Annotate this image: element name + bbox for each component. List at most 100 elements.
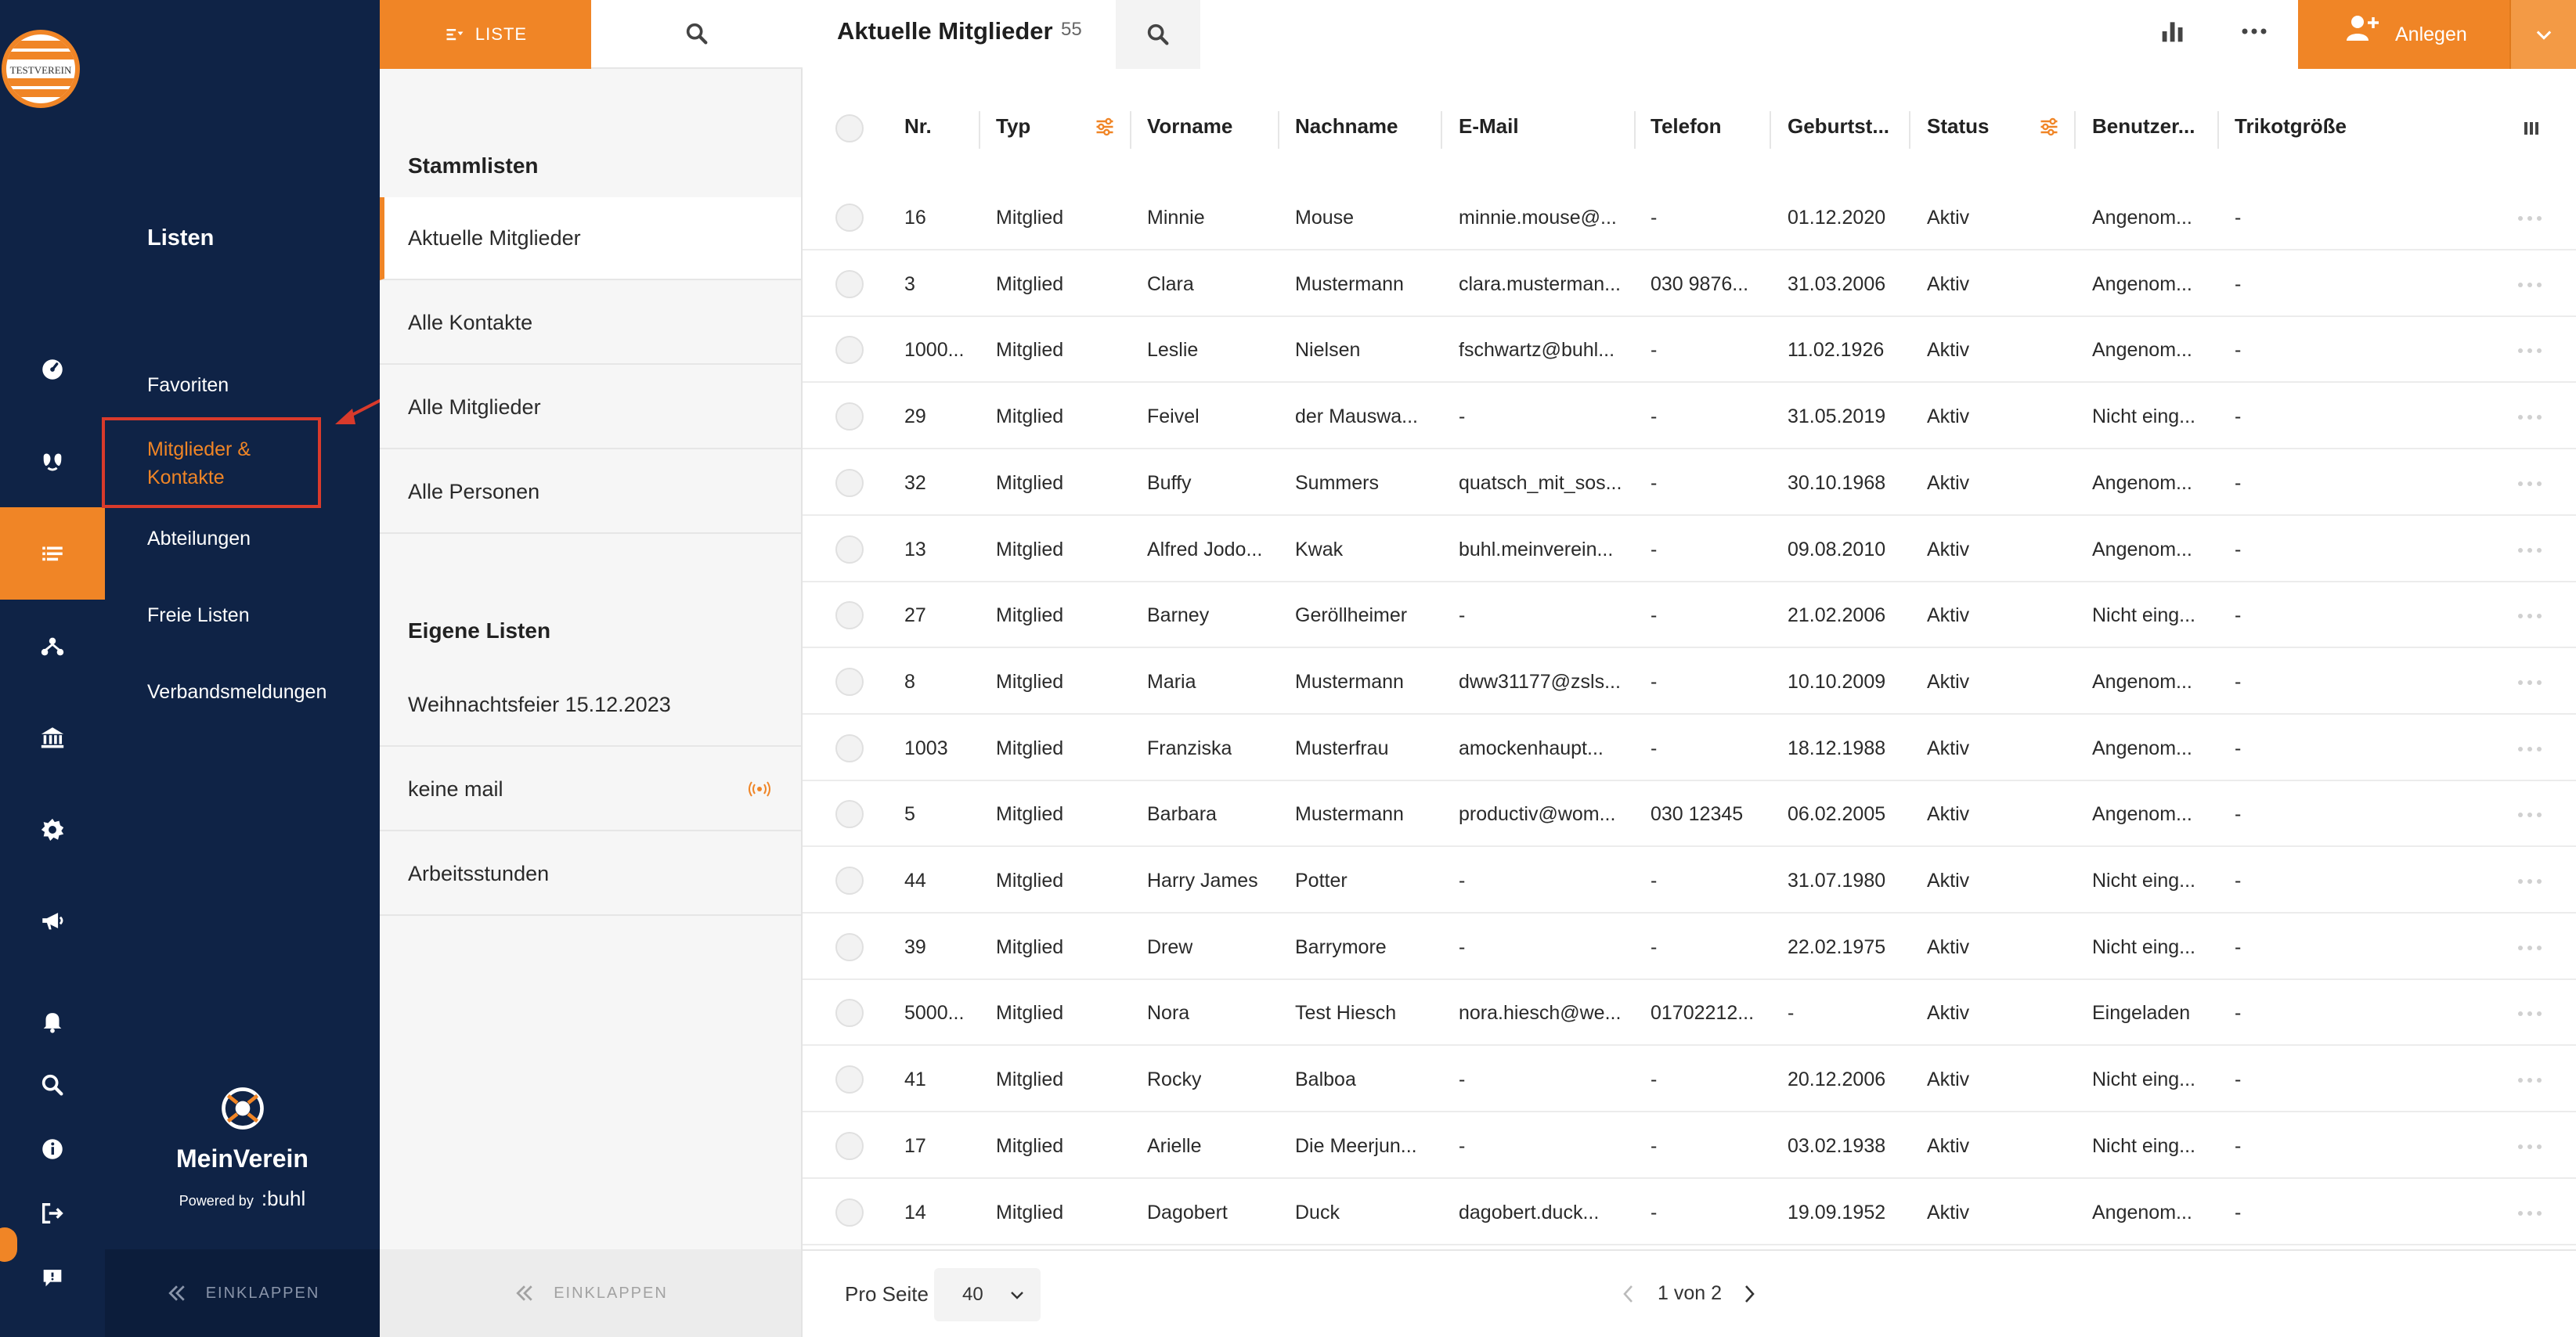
list-item-alle-personen[interactable]: Alle Personen (380, 451, 801, 534)
row-actions-icon[interactable] (2514, 1209, 2545, 1217)
more-options-icon[interactable] (2239, 19, 2270, 44)
row-actions-icon[interactable] (2514, 679, 2545, 687)
column-header-geburtstag[interactable]: Geburtst... (1788, 114, 1889, 139)
row-select-checkbox[interactable] (835, 800, 864, 829)
column-divider[interactable] (1130, 111, 1131, 149)
row-select-checkbox[interactable] (835, 867, 864, 895)
lists-icon[interactable] (0, 507, 105, 600)
row-actions-icon[interactable] (2514, 1010, 2545, 1018)
bank-icon[interactable] (0, 714, 105, 761)
table-row[interactable]: 16 Mitglied Minnie Mouse minnie.mouse@... - 01… (803, 185, 2576, 250)
row-actions-icon[interactable] (2514, 413, 2545, 421)
nav-item-favoriten[interactable]: Favoriten (147, 374, 229, 397)
row-select-checkbox[interactable] (835, 932, 864, 961)
tab-search[interactable] (591, 0, 803, 69)
table-row[interactable]: 13 Mitglied Alfred Jodo... Kwak buhl.meinver… (803, 517, 2576, 582)
row-select-checkbox[interactable] (835, 1131, 864, 1160)
table-row[interactable]: 3 Mitglied Clara Mustermann clara.musterman.… (803, 251, 2576, 317)
nav-item-verbandsmeldungen[interactable]: Verbandsmeldungen (147, 681, 327, 704)
dashboard-icon[interactable] (0, 346, 105, 393)
nav-item-abteilungen[interactable]: Abteilungen (147, 528, 251, 550)
table-row[interactable]: 41 Mitglied Rocky Balboa - - 20.12.2006 Aktiv Ni… (803, 1047, 2576, 1113)
nav-collapse-button[interactable]: EINKLAPPEN (105, 1249, 380, 1337)
row-select-checkbox[interactable] (835, 999, 864, 1028)
row-actions-icon[interactable] (2514, 480, 2545, 488)
table-search-button[interactable] (1116, 0, 1200, 69)
row-select-checkbox[interactable] (835, 1198, 864, 1227)
create-dropdown-button[interactable] (2509, 0, 2576, 69)
list-item-aktuelle-mitglieder[interactable]: Aktuelle Mitglieder (380, 197, 801, 280)
megaphone-icon[interactable] (0, 897, 105, 944)
club-logo[interactable]: TESTVEREIN (2, 30, 80, 108)
column-settings-icon[interactable] (2522, 119, 2541, 138)
next-page-icon[interactable] (1741, 1282, 1758, 1306)
tab-liste[interactable]: LISTE (380, 0, 591, 69)
row-actions-icon[interactable] (2514, 944, 2545, 952)
notification-badge[interactable] (0, 1227, 17, 1262)
column-header-status[interactable]: Status (1927, 114, 1989, 139)
logout-icon[interactable] (0, 1190, 105, 1237)
row-select-checkbox[interactable] (835, 204, 864, 232)
list-item-arbeitsstunden[interactable]: Arbeitsstunden (380, 833, 801, 916)
table-row[interactable]: 39 Mitglied Drew Barrymore - - 22.02.1975 Aktiv… (803, 914, 2576, 980)
table-row[interactable]: 1000... Mitglied Leslie Nielsen fschwartz@bu… (803, 317, 2576, 384)
search-icon[interactable] (0, 1061, 105, 1108)
list-item-weihnachtsfeier[interactable]: Weihnachtsfeier 15.12.2023 (380, 664, 801, 747)
table-row[interactable]: 32 Mitglied Buffy Summers quatsch_mit_sos...… (803, 450, 2576, 516)
settings-icon[interactable] (0, 806, 105, 853)
table-row[interactable]: 5000... Mitglied Nora Test Hiesch nora.hiesc… (803, 980, 2576, 1047)
row-select-checkbox[interactable] (835, 336, 864, 365)
table-row[interactable]: 8 Mitglied Maria Mustermann dww31177@zsls...… (803, 649, 2576, 715)
members-icon[interactable] (0, 437, 105, 484)
nav-item-freie-listen[interactable]: Freie Listen (147, 604, 250, 627)
row-actions-icon[interactable] (2514, 811, 2545, 819)
table-row[interactable]: 14 Mitglied Dagobert Duck dagobert.duck... - 1… (803, 1180, 2576, 1245)
table-row[interactable]: 5 Mitglied Barbara Mustermann productiv@wom.… (803, 781, 2576, 848)
previous-page-icon[interactable] (1620, 1282, 1637, 1306)
row-select-checkbox[interactable] (835, 733, 864, 762)
lists-collapse-button[interactable]: EINKLAPPEN (380, 1249, 801, 1337)
column-divider[interactable] (979, 111, 980, 149)
row-actions-icon[interactable] (2514, 878, 2545, 885)
create-button[interactable]: Anlegen (2298, 0, 2509, 69)
column-header-nachname[interactable]: Nachname (1295, 114, 1398, 139)
row-select-checkbox[interactable] (835, 601, 864, 630)
column-header-vorname[interactable]: Vorname (1147, 114, 1232, 139)
bell-icon[interactable] (0, 997, 105, 1044)
per-page-select[interactable]: 40 (934, 1268, 1041, 1321)
column-filter-icon[interactable] (2038, 116, 2060, 138)
feedback-icon[interactable] (0, 1254, 105, 1301)
row-actions-icon[interactable] (2514, 347, 2545, 355)
column-header-trikotgroesse[interactable]: Trikotgröße (2235, 114, 2347, 139)
column-header-benutzer[interactable]: Benutzer... (2092, 114, 2195, 139)
column-header-telefon[interactable]: Telefon (1651, 114, 1722, 139)
column-header-nr[interactable]: Nr. (904, 114, 932, 139)
organisation-icon[interactable] (0, 623, 105, 670)
row-actions-icon[interactable] (2514, 546, 2545, 554)
column-header-email[interactable]: E-Mail (1459, 114, 1519, 139)
column-divider[interactable] (2074, 111, 2076, 149)
column-divider[interactable] (1909, 111, 1910, 149)
row-actions-icon[interactable] (2514, 745, 2545, 753)
column-divider[interactable] (1770, 111, 1771, 149)
table-row[interactable]: 27 Mitglied Barney Geröllheimer - - 21.02.2006… (803, 582, 2576, 649)
column-header-typ[interactable]: Typ (996, 114, 1030, 139)
column-divider[interactable] (1634, 111, 1636, 149)
select-all-checkbox[interactable] (835, 114, 864, 142)
table-row[interactable]: 44 Mitglied Harry James Potter - - 31.07.1980 A… (803, 848, 2576, 914)
row-actions-icon[interactable] (2514, 1143, 2545, 1151)
bar-chart-icon[interactable] (2157, 16, 2188, 47)
row-select-checkbox[interactable] (835, 269, 864, 298)
row-actions-icon[interactable] (2514, 281, 2545, 289)
info-icon[interactable] (0, 1126, 105, 1173)
column-divider[interactable] (1441, 111, 1442, 149)
list-item-keine-mail[interactable]: keine mail (380, 748, 801, 831)
row-select-checkbox[interactable] (835, 535, 864, 564)
row-select-checkbox[interactable] (835, 468, 864, 497)
row-actions-icon[interactable] (2514, 214, 2545, 222)
row-select-checkbox[interactable] (835, 1065, 864, 1094)
table-row[interactable]: 17 Mitglied Arielle Die Meerjun... - - 03.02.1… (803, 1113, 2576, 1179)
row-actions-icon[interactable] (2514, 1076, 2545, 1084)
table-row[interactable]: 29 Mitglied Feivel der Mauswa... - - 31.05.201… (803, 384, 2576, 450)
row-actions-icon[interactable] (2514, 612, 2545, 620)
